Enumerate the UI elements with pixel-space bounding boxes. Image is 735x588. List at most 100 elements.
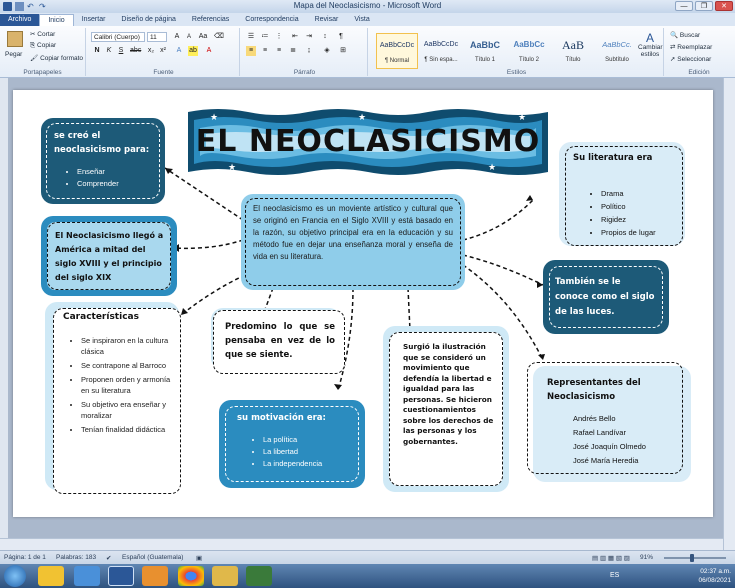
group-label: Párrafo: [293, 69, 316, 76]
underline-icon[interactable]: S: [116, 46, 126, 56]
paste-button[interactable]: Pegar: [5, 51, 22, 58]
align-center-icon[interactable]: ≡: [260, 46, 270, 56]
style-subtitle[interactable]: AaBbCc. Subtítulo: [596, 33, 638, 69]
view-buttons[interactable]: ▤ ▥ ▦ ▧ ▨: [592, 554, 630, 562]
numbering-icon[interactable]: ≔: [260, 32, 270, 42]
tab-inicio[interactable]: Inicio: [39, 14, 74, 26]
copy-button[interactable]: ⎘ Copiar: [30, 42, 56, 50]
align-right-icon[interactable]: ≡: [274, 46, 284, 56]
folder-icon[interactable]: [212, 566, 238, 586]
arrived-box: El Neoclasicismo llegó a América a mitad…: [41, 216, 177, 296]
list-item: Proponen orden y armonía en su literatur…: [81, 374, 173, 396]
text-effects-icon[interactable]: A: [174, 46, 184, 56]
redo-icon[interactable]: ↷: [39, 2, 48, 11]
bold-icon[interactable]: N: [92, 46, 102, 56]
word-count[interactable]: Palabras: 183: [56, 554, 96, 561]
decrease-indent-icon[interactable]: ⇤: [290, 32, 300, 42]
cut-button[interactable]: ✂ Cortar: [30, 30, 55, 38]
bullets-icon[interactable]: ☰: [246, 32, 256, 42]
style-heading-1[interactable]: AaBbC Título 1: [464, 33, 506, 69]
group-label: Fuente: [153, 69, 174, 76]
binoculars-icon: 🔍: [670, 32, 680, 39]
multilevel-list-icon[interactable]: ⋮: [274, 32, 284, 42]
clock-date: 06/08/2021: [698, 577, 731, 584]
highlight-icon[interactable]: ab: [188, 46, 198, 56]
close-button[interactable]: ✕: [715, 1, 733, 11]
paste-icon[interactable]: [7, 31, 23, 47]
word-taskbar-icon[interactable]: [108, 566, 134, 586]
macro-icon[interactable]: ▣: [196, 554, 202, 562]
superscript-icon[interactable]: x²: [158, 46, 168, 56]
line-spacing-icon[interactable]: ↨: [304, 46, 314, 56]
tab-revisar[interactable]: Revisar: [307, 14, 347, 26]
reason-text: Predomino lo que se pensaba en vez de lo…: [225, 322, 335, 360]
explorer-icon[interactable]: [38, 566, 64, 586]
maximize-button[interactable]: ❐: [695, 1, 713, 11]
proofing-icon[interactable]: ✔: [106, 554, 111, 562]
features-heading: Características: [63, 312, 139, 322]
change-case-icon[interactable]: Aa: [198, 32, 208, 42]
clock[interactable]: 02:37 a.m. 06/08/2021: [698, 567, 731, 585]
replace-button[interactable]: ⇄ Reemplazar: [670, 43, 712, 51]
chrome-icon[interactable]: [178, 566, 204, 586]
select-button[interactable]: ➚ Seleccionar: [670, 55, 711, 63]
strikethrough-icon[interactable]: abc: [130, 46, 141, 56]
style-heading-2[interactable]: AaBbCc Título 2: [508, 33, 550, 69]
save-icon[interactable]: [15, 2, 24, 11]
motivation-box: su motivación era: La política La libert…: [219, 400, 365, 488]
media-player-icon[interactable]: [142, 566, 168, 586]
paragraph-group: ☰ ≔ ⋮ ⇤ ⇥ ↕ ¶ ≡ ≡ ≡ ≣ ↨ ◈ ⊞ Párrafo: [242, 28, 368, 76]
find-button[interactable]: 🔍 Buscar: [670, 31, 700, 39]
style-normal[interactable]: AaBbCcDc ¶ Normal: [376, 33, 418, 69]
tab-diseno-pagina[interactable]: Diseño de página: [113, 14, 184, 26]
clear-format-icon[interactable]: ⌫: [214, 32, 224, 42]
minimize-button[interactable]: —: [675, 1, 693, 11]
tab-insertar[interactable]: Insertar: [74, 14, 114, 26]
app-icon[interactable]: [246, 566, 272, 586]
italic-icon[interactable]: K: [104, 46, 114, 56]
word-app-icon[interactable]: [3, 2, 12, 11]
tab-archivo[interactable]: Archivo: [0, 14, 40, 26]
font-size-select[interactable]: 11: [147, 32, 167, 42]
language-status[interactable]: Español (Guatemala): [122, 554, 183, 561]
list-item: Se contrapone al Barroco: [81, 360, 173, 371]
list-item: Enseñar: [77, 167, 119, 176]
start-button[interactable]: [4, 565, 26, 587]
show-marks-icon[interactable]: ¶: [336, 32, 346, 42]
created-for-box: se creó el neoclasicismo para: Enseñar C…: [41, 118, 165, 204]
borders-icon[interactable]: ⊞: [338, 46, 348, 56]
format-painter-button[interactable]: 🖌 Copiar formato: [30, 54, 83, 62]
undo-icon[interactable]: ↶: [27, 2, 36, 11]
zoom-slider-thumb[interactable]: [689, 554, 694, 562]
subscript-icon[interactable]: x₂: [146, 46, 156, 56]
illustration-box: Surgió la ilustración que se consideró u…: [383, 326, 509, 492]
list-item: Propios de lugar: [601, 228, 656, 238]
editing-group: 🔍 Buscar ⇄ Reemplazar ➚ Seleccionar Edic…: [666, 28, 732, 76]
styles-group: AaBbCcDc ¶ Normal AaBbCcDc ¶ Sin espa...…: [370, 28, 664, 76]
ie-icon[interactable]: [74, 566, 100, 586]
zoom-level[interactable]: 91%: [640, 554, 653, 561]
vertical-scrollbar[interactable]: [723, 78, 735, 550]
tab-correspondencia[interactable]: Correspondencia: [237, 14, 306, 26]
horizontal-scrollbar[interactable]: [0, 538, 723, 550]
language-indicator[interactable]: ES: [610, 572, 619, 579]
justify-icon[interactable]: ≣: [288, 46, 298, 56]
align-left-icon[interactable]: ≡: [246, 46, 256, 56]
tab-vista[interactable]: Vista: [346, 14, 377, 26]
shrink-font-icon[interactable]: A: [184, 32, 194, 42]
sort-icon[interactable]: ↕: [320, 32, 330, 42]
style-title[interactable]: AaB Título: [552, 33, 594, 69]
style-no-spacing[interactable]: AaBbCcDc ¶ Sin espa...: [420, 33, 462, 69]
tab-referencias[interactable]: Referencias: [184, 14, 237, 26]
change-styles-button[interactable]: A Cambiar estilos: [638, 32, 663, 58]
zoom-slider[interactable]: [664, 557, 726, 559]
font-color-icon[interactable]: A: [204, 46, 214, 56]
group-label: Edición: [688, 69, 710, 76]
center-text: El neoclasicismo es un moviente artístic…: [253, 204, 453, 261]
document-page[interactable]: ★ ★ ★ ★ ★ EL NEOCLASICISMO El neoclasici…: [13, 90, 713, 517]
font-name-select[interactable]: Calibri (Cuerpo): [91, 32, 145, 42]
increase-indent-icon[interactable]: ⇥: [304, 32, 314, 42]
page-count[interactable]: Página: 1 de 1: [4, 554, 46, 561]
shading-icon[interactable]: ◈: [322, 46, 332, 56]
grow-font-icon[interactable]: A: [172, 32, 182, 42]
